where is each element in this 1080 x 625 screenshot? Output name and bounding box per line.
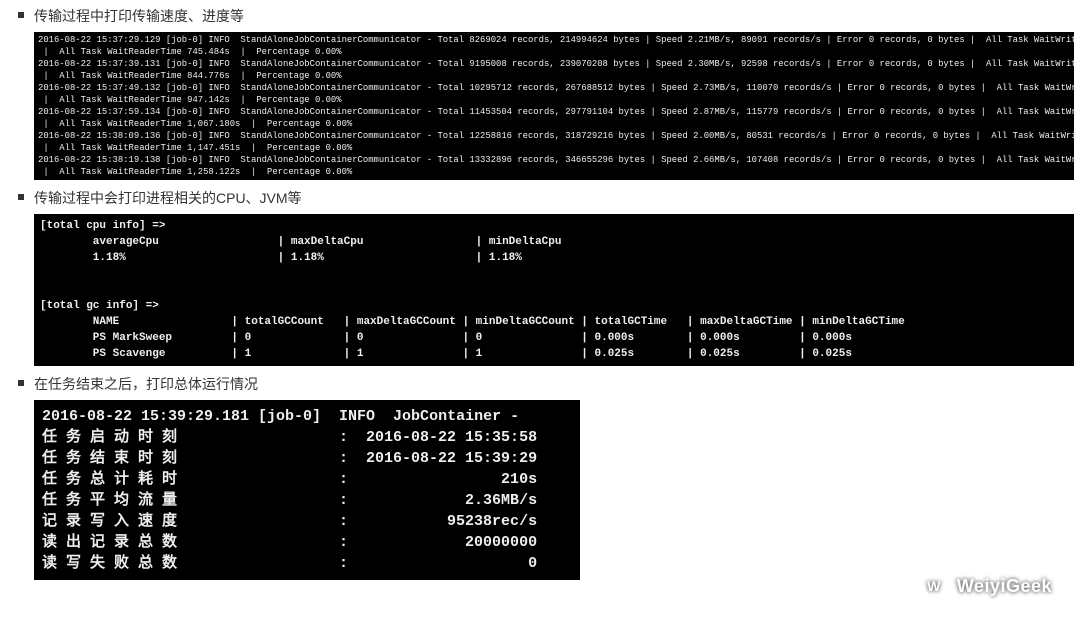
watermark: W WeiyiGeek bbox=[919, 571, 1052, 601]
bullet-marker bbox=[18, 194, 24, 200]
log-output-summary: 2016-08-22 15:39:29.181 [job-0] INFO Job… bbox=[34, 400, 580, 580]
log-output-cpu-jvm: [total cpu info] => averageCpu | maxDelt… bbox=[34, 214, 1074, 366]
bullet-marker bbox=[18, 12, 24, 18]
log-output-speed: 2016-08-22 15:37:29.129 [job-0] INFO Sta… bbox=[34, 32, 1074, 180]
watermark-text: WeiyiGeek bbox=[957, 576, 1052, 597]
bullet-1: 传输过程中打印传输速度、进度等 bbox=[18, 6, 1080, 26]
watermark-icon: W bbox=[919, 571, 949, 601]
bullet-2: 传输过程中会打印进程相关的CPU、JVM等 bbox=[18, 188, 1080, 208]
bullet-3: 在任务结束之后，打印总体运行情况 bbox=[18, 374, 1080, 394]
bullet-1-text: 传输过程中打印传输速度、进度等 bbox=[34, 6, 244, 26]
bullet-marker bbox=[18, 380, 24, 386]
bullet-2-text: 传输过程中会打印进程相关的CPU、JVM等 bbox=[34, 188, 302, 208]
bullet-3-text: 在任务结束之后，打印总体运行情况 bbox=[34, 374, 258, 394]
